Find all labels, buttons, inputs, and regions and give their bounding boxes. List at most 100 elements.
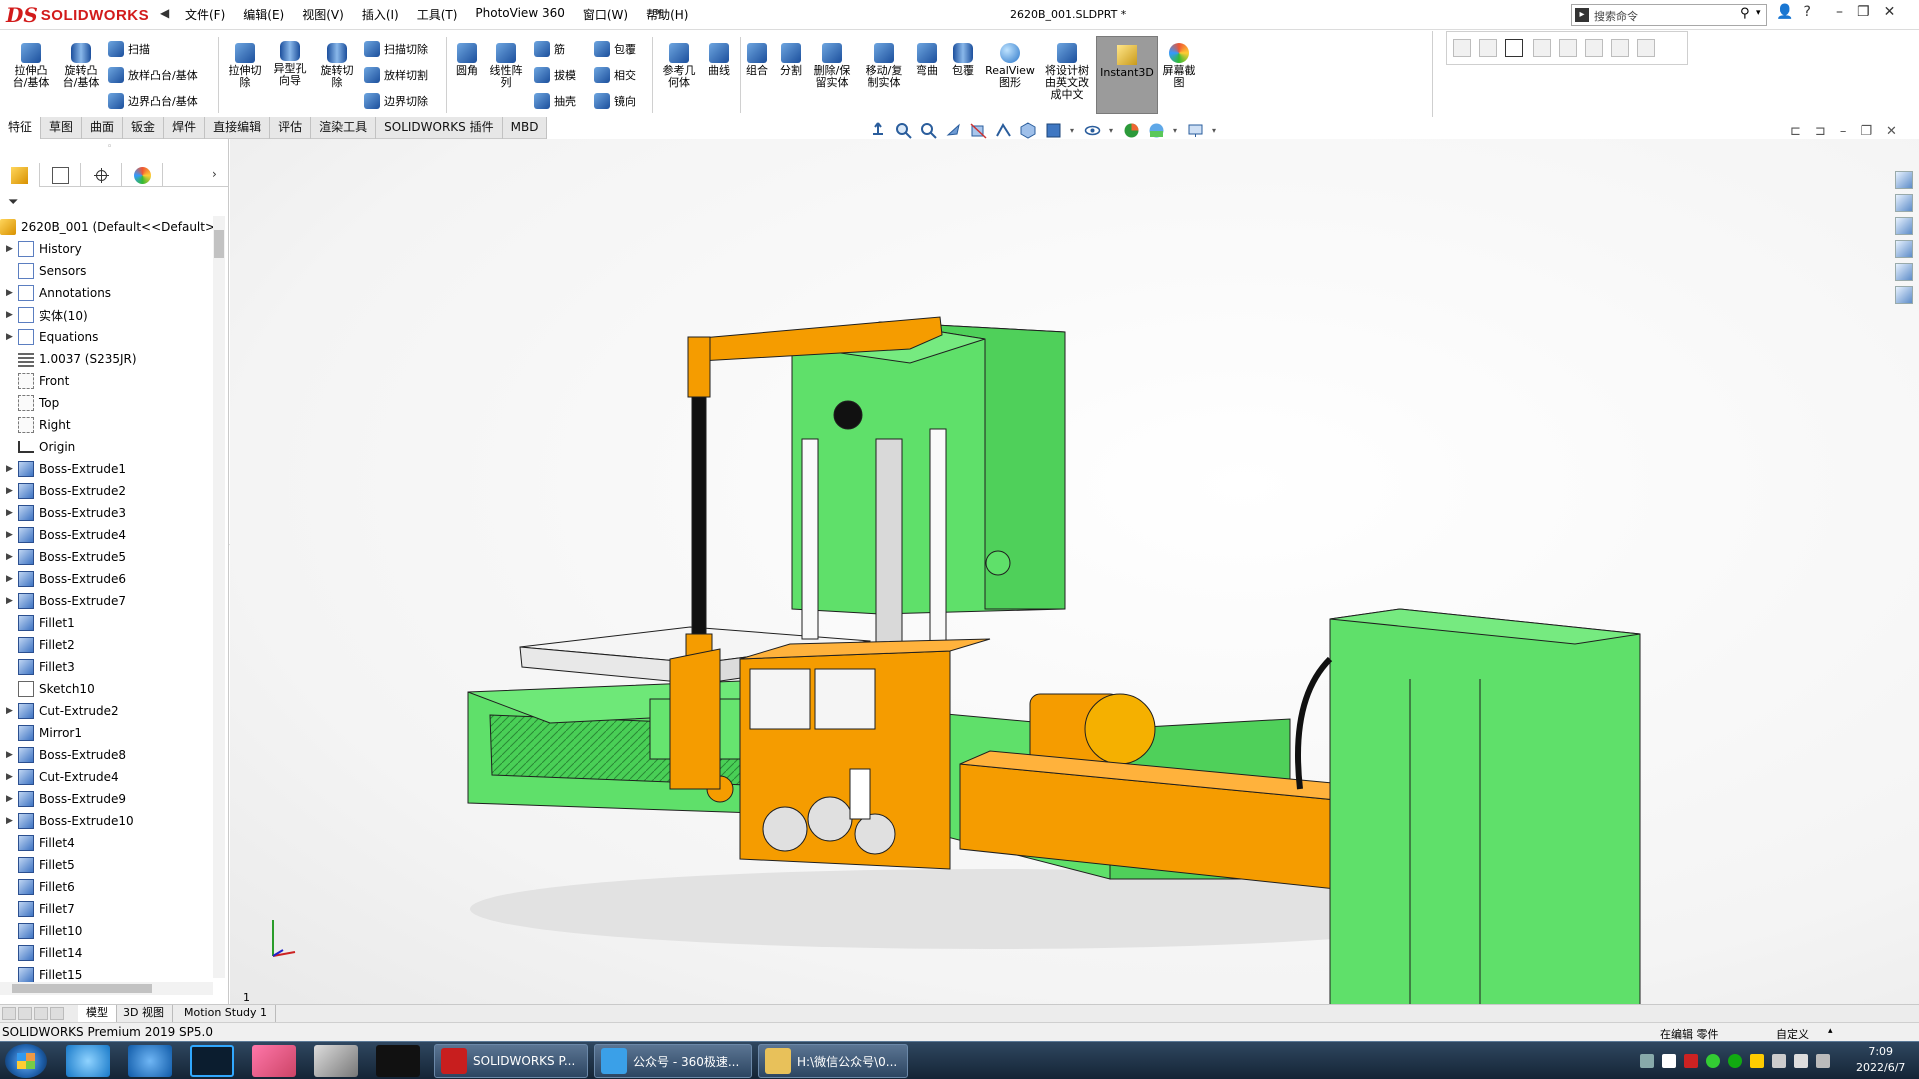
expand-arrow-icon[interactable]: ▶ [6,530,18,540]
wrap-large-button[interactable]: 包覆 [948,43,978,77]
shell-button[interactable]: 抽壳 [534,93,576,109]
view-orientation-icon[interactable] [870,122,887,139]
tree-node[interactable]: Fillet3 [0,656,213,678]
bottom-tab[interactable]: 3D 视图 [115,1005,173,1022]
taskbar-app-button[interactable]: H:\微信公众号\0... [758,1044,908,1078]
menu-item[interactable]: 视图(V) [293,6,353,23]
loft-button[interactable]: 放样凸台/基体 [108,67,198,83]
tree-node[interactable]: ▶ Cut-Extrude2 [0,700,213,722]
tray-icon[interactable] [1684,1054,1698,1068]
view-settings-icon[interactable] [1187,122,1204,139]
tree-node[interactable]: ▶ Boss-Extrude3 [0,502,213,524]
rib-button[interactable]: 筋 [534,41,565,57]
tray-icon[interactable] [1728,1054,1742,1068]
expand-arrow-icon[interactable]: ▶ [6,596,18,606]
linear-pattern-button[interactable]: 线性阵 列 [486,43,526,89]
tree-node[interactable]: ▶ Boss-Extrude2 [0,480,213,502]
translate-tree-button[interactable]: 将设计树 由英文改 成中文 [1040,43,1094,101]
tree-node[interactable]: Right [0,414,213,436]
command-tab[interactable]: 钣金 [123,117,165,139]
sweep-button[interactable]: 扫描 [108,41,150,57]
mirror-button[interactable]: 镜向 [594,93,636,109]
command-tab[interactable]: MBD [503,117,548,139]
hide-show-items-icon[interactable] [1084,122,1101,139]
edit-appearance-icon[interactable] [1123,122,1140,139]
fillet-button[interactable]: 圆角 [452,43,482,77]
toolbar-disabled-icon[interactable] [1479,39,1497,57]
hole-wizard-button[interactable]: 异型孔 向导 [268,41,312,87]
intersect-button[interactable]: 相交 [594,67,636,83]
tree-node[interactable]: ▶ Boss-Extrude4 [0,524,213,546]
tree-node[interactable]: Sketch10 [0,678,213,700]
panel-expand-arrow-icon[interactable]: › [212,167,217,181]
taskbar-clock[interactable]: 7:09 2022/6/7 [1856,1044,1905,1076]
restore-window-button[interactable]: ❐ [1857,4,1870,20]
screenshot-button[interactable]: 屏幕截 图 [1160,43,1198,89]
viewport-prev-icon[interactable]: ⊏ [1790,124,1801,139]
tree-horizontal-scrollbar[interactable] [0,982,213,995]
expand-arrow-icon[interactable]: ▶ [6,816,18,826]
display-style-dropdown-icon[interactable]: ▾ [1070,122,1076,139]
tree-node[interactable]: Fillet4 [0,832,213,854]
expand-arrow-icon[interactable]: ▶ [6,706,18,716]
last-tab-arrow-icon[interactable] [50,1007,64,1020]
scrollbar-thumb[interactable] [214,230,224,258]
help-button[interactable]: ? [1803,4,1810,20]
lofted-cut-button[interactable]: 放样切割 [364,67,428,83]
tree-node[interactable]: Fillet6 [0,876,213,898]
taskbar-app-icon[interactable] [314,1045,358,1077]
internet-explorer-icon[interactable] [128,1045,172,1077]
prev-tab-arrow-icon[interactable] [18,1007,32,1020]
toolbar-disabled-icon[interactable] [1533,39,1551,57]
graphics-area[interactable]: 1 [230,139,1919,1004]
menu-item[interactable]: 帮助(H) [637,6,697,23]
toolbar-export-icon[interactable] [1505,39,1523,57]
expand-arrow-icon[interactable]: ▶ [6,772,18,782]
file-explorer-icon[interactable] [1895,217,1913,235]
status-units-arrow-icon[interactable]: ▴ [1828,1026,1833,1036]
tree-node[interactable]: Fillet10 [0,920,213,942]
viewport-minimize-icon[interactable]: – [1840,124,1847,139]
scene-dropdown-icon[interactable]: ▾ [1173,122,1179,139]
menu-item[interactable]: 窗口(W) [574,6,637,23]
filter-icon[interactable]: ⏷ [8,195,18,210]
taskbar-app-icon[interactable] [66,1045,110,1077]
tree-node[interactable]: ▶ Boss-Extrude6 [0,568,213,590]
tree-node[interactable]: ▶ Boss-Extrude8 [0,744,213,766]
tree-root-node[interactable]: 2620B_001 (Default<<Default> [0,216,215,238]
bottom-tab[interactable]: 模型 [78,1005,117,1022]
menu-collapse-arrow-icon[interactable]: ◀ [160,6,169,20]
toolbar-disabled-icon[interactable] [1585,39,1603,57]
boundary-cut-button[interactable]: 边界切除 [364,93,428,109]
panel-grip-icon[interactable]: ◦ [107,142,112,152]
tray-icon[interactable] [1662,1054,1676,1068]
tree-node[interactable]: ▶ Annotations [0,282,213,304]
tree-node[interactable]: Fillet2 [0,634,213,656]
menu-item[interactable]: 插入(I) [353,6,408,23]
expand-arrow-icon[interactable]: ▶ [6,794,18,804]
expand-arrow-icon[interactable]: ▶ [6,508,18,518]
reference-geometry-button[interactable]: 参考几 何体 [658,43,700,89]
dynamic-annotation-icon[interactable] [995,122,1012,139]
tree-node[interactable]: ▶ Cut-Extrude4 [0,766,213,788]
tree-node[interactable]: Fillet7 [0,898,213,920]
taskbar-app-button[interactable]: SOLIDWORKS P... [434,1044,588,1078]
toolbar-disabled-icon[interactable] [1559,39,1577,57]
configuration-manager-tab[interactable] [82,163,122,187]
home-icon[interactable] [1895,171,1913,189]
scrollbar-thumb[interactable] [12,984,152,993]
bottom-tab[interactable]: Motion Study 1 [176,1005,277,1022]
curves-button[interactable]: 曲线 [704,43,734,77]
wrap-button[interactable]: 包覆 [594,41,636,57]
magnifier-icon[interactable]: ⚲ [1740,6,1750,21]
tree-vertical-scrollbar[interactable] [213,216,225,978]
tree-node[interactable]: Fillet1 [0,612,213,634]
command-tab[interactable]: 直接编辑 [205,117,271,139]
tree-node[interactable]: Front [0,370,213,392]
command-tab[interactable]: SOLIDWORKS 插件 [376,117,503,139]
first-tab-arrow-icon[interactable] [2,1007,16,1020]
expand-arrow-icon[interactable]: ▶ [6,552,18,562]
zoom-to-fit-icon[interactable] [895,122,912,139]
command-tab[interactable]: 草图 [41,117,83,139]
expand-arrow-icon[interactable]: ▶ [6,486,18,496]
